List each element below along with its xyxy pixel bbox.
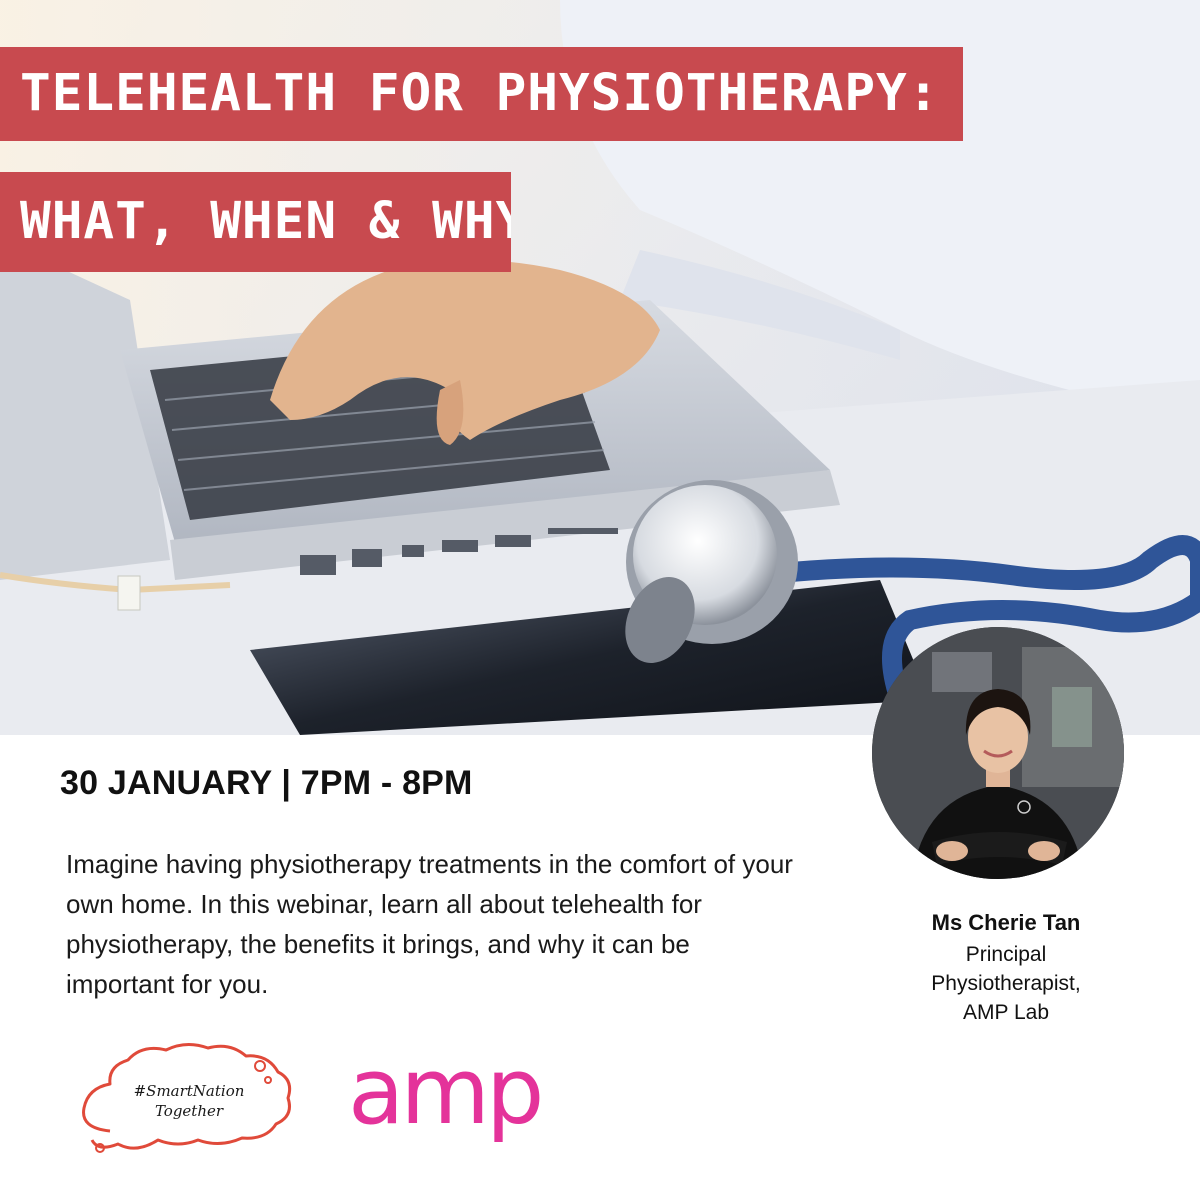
title-line-2: WHAT, WHEN & WHY [0,172,511,272]
speaker-role: Principal Physiotherapist, AMP Lab [890,940,1122,1027]
smartnation-together-logo: #SmartNation Together [70,1036,295,1161]
speaker-avatar [872,627,1124,879]
speaker-role-line-3: AMP Lab [963,1001,1049,1024]
speaker-role-line-2: Physiotherapist, [931,972,1081,995]
amp-logo: amp [348,1038,544,1145]
speaker-portrait [872,627,1124,879]
speaker-role-line-1: Principal [965,943,1047,966]
smartnation-text-line-1: #SmartNation [133,1082,245,1100]
event-date-time: 30 JANUARY | 7PM - 8PM [60,764,473,802]
event-description: Imagine having physiotherapy treatments … [66,849,793,999]
speaker-name: Ms Cherie Tan [931,910,1081,935]
title-line-1: TELEHEALTH FOR PHYSIOTHERAPY: [0,47,963,141]
smartnation-text-line-2: Together [154,1102,224,1120]
